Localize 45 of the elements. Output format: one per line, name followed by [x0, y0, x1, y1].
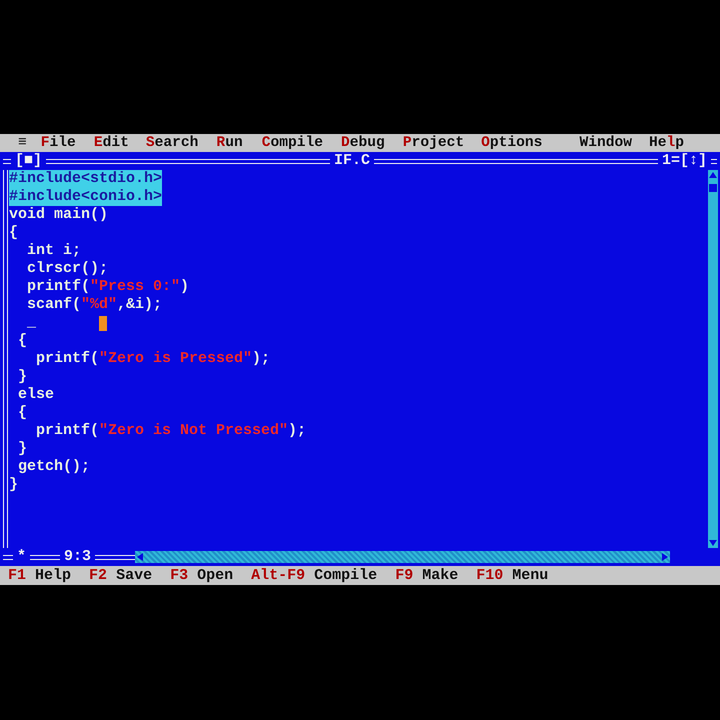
menu-item[interactable]: Window: [579, 134, 632, 152]
code-line: getch();: [17, 458, 92, 476]
code-line: void main(): [9, 206, 110, 224]
menu-item[interactable]: Debug: [341, 134, 385, 152]
code-line: clrscr();: [26, 260, 110, 278]
code-line: printf("Zero is Pressed");: [35, 350, 272, 368]
menu-item[interactable]: Compile: [262, 134, 324, 152]
menu-item[interactable]: Edit: [94, 134, 129, 152]
scroll-down-icon[interactable]: [708, 538, 718, 548]
close-box[interactable]: [■]: [11, 152, 46, 170]
code-line: printf("Press 0:"): [26, 278, 190, 296]
shortcut-hint[interactable]: F2 Save: [89, 567, 152, 584]
window-title: IF.C: [333, 152, 372, 170]
shortcut-hint[interactable]: F1 Help: [8, 567, 72, 584]
shortcut-hint[interactable]: Alt-F9 Compile: [251, 567, 378, 584]
menu-item[interactable]: Options: [481, 134, 542, 152]
scroll-up-icon[interactable]: [708, 170, 718, 180]
shortcut-hint[interactable]: F10 Menu: [476, 567, 548, 584]
code-line: }: [17, 368, 28, 386]
vertical-scrollbar[interactable]: [708, 170, 718, 548]
code-line: scanf("%d",&i);: [26, 296, 164, 314]
code-line: {: [9, 224, 20, 242]
menu-item[interactable]: Run: [216, 134, 243, 152]
menu-item[interactable]: ≡: [18, 134, 27, 152]
modified-marker: *: [16, 548, 28, 566]
code-line: {: [17, 332, 28, 350]
menu-item[interactable]: File: [40, 134, 76, 152]
code-line: printf("Zero is Not Pressed");: [35, 422, 308, 440]
code-line: }: [17, 440, 28, 458]
code-line: _: [9, 314, 708, 332]
code-line: {: [17, 404, 28, 422]
scroll-thumb[interactable]: [709, 184, 717, 192]
menu-item[interactable]: Search: [146, 134, 198, 152]
code-line: }: [9, 476, 20, 494]
scroll-left-icon[interactable]: [135, 552, 146, 562]
shortcut-hint[interactable]: F3 Open: [170, 567, 234, 584]
scroll-right-icon[interactable]: [660, 552, 670, 562]
menu-item[interactable]: Project: [402, 134, 464, 152]
horizontal-scrollbar[interactable]: [135, 551, 670, 563]
cursor-position: 9:3: [63, 548, 92, 566]
menu-item[interactable]: Help: [648, 134, 684, 152]
shortcut-hint[interactable]: F9 Make: [395, 567, 458, 584]
code-line: else: [17, 386, 56, 404]
code-line: int i;: [26, 242, 82, 260]
window-number[interactable]: 1=[↕]: [658, 152, 712, 170]
